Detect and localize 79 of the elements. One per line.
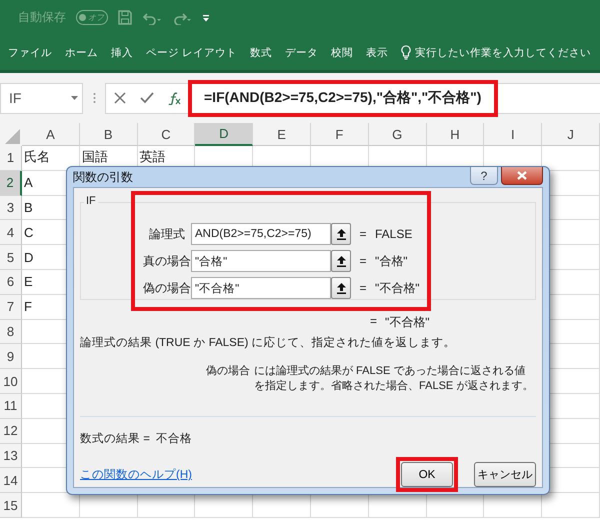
column-header[interactable]: B xyxy=(80,123,138,146)
collapse-button[interactable] xyxy=(331,250,351,272)
row-header[interactable]: 11 xyxy=(0,394,22,419)
argument-result: "不合格" xyxy=(375,280,421,296)
ribbon-tab[interactable]: ホーム xyxy=(65,46,98,60)
ribbon-tab[interactable]: データ xyxy=(284,46,318,60)
overall-result: "不合格" xyxy=(385,314,430,331)
column-header[interactable]: C xyxy=(138,123,196,146)
argument-field[interactable]: AND(B2>=75,C2>=75) xyxy=(191,223,331,245)
checkmark-icon[interactable] xyxy=(140,92,154,104)
column-header[interactable]: H xyxy=(426,123,484,146)
close-button[interactable] xyxy=(501,167,543,185)
save-icon[interactable] xyxy=(118,10,132,25)
argument-result: FALSE xyxy=(375,227,414,241)
ribbon-tab[interactable]: 挿入 xyxy=(111,46,133,60)
argument-name: 偽の場合 xyxy=(206,364,251,379)
dropdown-caret-icon[interactable] xyxy=(71,96,78,100)
ribbon-tab[interactable]: ページ レイアウト xyxy=(146,46,237,60)
row-header[interactable]: 12 xyxy=(0,418,22,444)
ribbon-tab[interactable]: 表示 xyxy=(366,46,388,60)
help-button[interactable]: ? xyxy=(470,167,498,185)
customize-icon[interactable] xyxy=(202,14,210,22)
row-header[interactable]: 1 xyxy=(0,146,22,171)
row-header[interactable]: 13 xyxy=(0,444,22,468)
argument-label: 論理式 xyxy=(148,226,186,242)
help-link[interactable]: この関数のヘルプ(H) xyxy=(80,467,192,482)
function-name: IF xyxy=(84,195,98,207)
cancel-button[interactable]: キャンセル xyxy=(474,462,536,487)
tell-me-search[interactable]: 実行したい作業を入力してください xyxy=(414,46,591,60)
row-header[interactable]: 8 xyxy=(0,320,22,344)
row-header[interactable]: 14 xyxy=(0,468,22,494)
argument-description: には論理式の結果が FALSE であった場合に返される値を指定します。省略された場合、FALSE が返されます。 xyxy=(254,364,534,394)
equals-sign: = xyxy=(358,227,368,241)
row-header[interactable]: 7 xyxy=(0,294,22,320)
ribbon-tab[interactable]: 校閲 xyxy=(330,46,353,60)
row-header[interactable]: 2 xyxy=(0,170,22,196)
grip-icon xyxy=(93,92,96,104)
formula-result-label: 数式の結果 = xyxy=(80,432,150,446)
up-arrow-icon xyxy=(336,282,346,294)
lightbulb-icon xyxy=(400,45,411,60)
argument-label: 偽の場合 xyxy=(143,280,191,296)
equals-sign: = xyxy=(358,254,368,268)
column-header[interactable]: F xyxy=(310,123,369,146)
undo-icon[interactable] xyxy=(142,10,162,24)
collapse-button[interactable] xyxy=(331,277,351,299)
column-header[interactable]: D xyxy=(195,123,254,146)
name-box-value: IF xyxy=(9,90,22,106)
formula-result-value: 不合格 xyxy=(156,432,192,446)
function-description: 論理式の結果 (TRUE か FALSE) に応じて、指定された値を返します。 xyxy=(80,335,457,350)
row-header[interactable]: 6 xyxy=(0,270,22,295)
row-header[interactable]: 4 xyxy=(0,220,22,246)
row-header[interactable]: 10 xyxy=(0,369,22,394)
collapse-button[interactable] xyxy=(331,223,351,245)
close-icon xyxy=(517,171,527,180)
cancel-icon[interactable] xyxy=(114,92,126,104)
argument-field[interactable]: "不合格" xyxy=(191,277,331,299)
column-header[interactable]: J xyxy=(542,123,600,146)
name-box[interactable]: IF xyxy=(0,82,83,114)
ribbon-tab[interactable]: 数式 xyxy=(250,46,272,60)
ok-button[interactable]: OK xyxy=(401,462,453,487)
redo-icon[interactable] xyxy=(172,10,192,24)
equals-sign: = xyxy=(358,281,368,295)
argument-result: "合格" xyxy=(375,252,409,270)
up-arrow-icon xyxy=(336,228,346,240)
argument-label: 真の場合 xyxy=(143,252,191,270)
up-arrow-icon xyxy=(336,256,346,266)
equals-sign: = xyxy=(370,314,378,330)
column-header[interactable]: G xyxy=(368,123,427,146)
insert-function-icon[interactable] xyxy=(168,92,182,104)
column-header[interactable]: E xyxy=(253,123,311,146)
row-header[interactable]: 9 xyxy=(0,344,22,370)
row-header[interactable]: 15 xyxy=(0,493,22,518)
argument-field[interactable]: "合格" xyxy=(191,250,331,272)
column-header[interactable]: A xyxy=(22,123,80,146)
autosave-label: 自動保存 xyxy=(18,9,66,26)
row-header[interactable]: 5 xyxy=(0,245,22,270)
column-header[interactable]: I xyxy=(484,123,542,146)
ribbon-tab[interactable]: ファイル xyxy=(8,46,52,60)
row-header[interactable]: 3 xyxy=(0,196,22,220)
